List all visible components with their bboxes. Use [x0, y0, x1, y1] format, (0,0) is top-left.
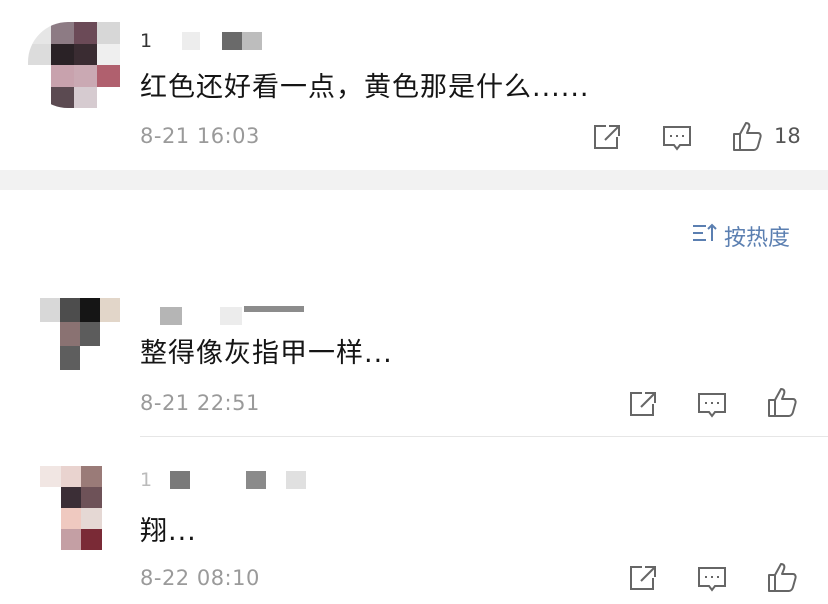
thumbs-up-icon[interactable]: [731, 120, 763, 152]
sort-label: 按热度: [724, 226, 791, 251]
sort-icon: [692, 221, 718, 251]
comment-text: 整得像灰指甲一样...: [140, 338, 393, 369]
username-mosaic-block: [242, 32, 263, 50]
comment-time: 8-22 08:10: [140, 566, 260, 590]
username-mosaic-block: [222, 32, 243, 50]
comment-time: 8-21 22:51: [140, 391, 260, 415]
avatar[interactable]: [28, 22, 120, 108]
avatar[interactable]: [40, 298, 120, 370]
share-icon[interactable]: [592, 123, 622, 151]
comment-text: 红色还好看一点，黄色那是什么......: [140, 72, 590, 103]
username-mosaic-block: [246, 471, 267, 489]
thumbs-up-icon[interactable]: [766, 561, 798, 593]
share-icon[interactable]: [628, 390, 658, 418]
username-mosaic-block: [220, 307, 242, 325]
comment-icon[interactable]: [662, 125, 692, 153]
username-visible-char: 1: [140, 469, 153, 491]
comment-icon[interactable]: [697, 392, 727, 420]
comment-icon[interactable]: [697, 566, 727, 594]
username-mosaic-block: [160, 307, 182, 325]
share-icon[interactable]: [628, 564, 658, 592]
like-count: 18: [774, 124, 801, 148]
username-mosaic-block: [244, 306, 304, 312]
username-visible-char: 1: [140, 30, 153, 52]
username-mosaic-block: [170, 471, 191, 489]
comment-divider: [140, 436, 828, 437]
avatar[interactable]: [40, 466, 102, 550]
comment-text: 翔...: [140, 516, 197, 547]
thumbs-up-icon[interactable]: [766, 386, 798, 418]
username[interactable]: [160, 306, 304, 326]
username-mosaic-block: [286, 471, 307, 489]
username[interactable]: 1: [140, 30, 263, 52]
sort-button[interactable]: 按热度: [692, 220, 790, 252]
username[interactable]: 1: [140, 469, 307, 491]
section-divider: [0, 170, 828, 190]
comment-time: 8-21 16:03: [140, 124, 260, 148]
username-mosaic-block: [182, 32, 201, 50]
